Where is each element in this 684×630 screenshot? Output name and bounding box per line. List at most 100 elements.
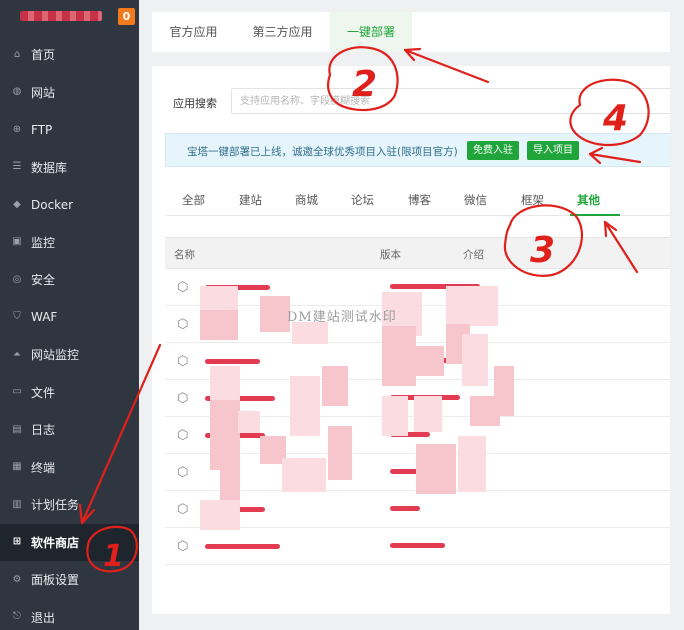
redacted-name: [205, 359, 260, 364]
package-icon: ⬡: [177, 280, 189, 295]
category-forum[interactable]: 论坛: [351, 192, 374, 208]
category-other[interactable]: 其他: [577, 192, 600, 208]
search-label: 应用搜索: [173, 97, 217, 110]
sidebar-item-logout[interactable]: ⎋ 退出: [0, 599, 139, 630]
monitor-icon: ▣: [12, 236, 22, 248]
active-tab-underline: [570, 214, 620, 216]
column-version: 版本: [380, 249, 401, 261]
sidebar-item-home[interactable]: ⌂ 首页: [0, 36, 139, 74]
sidebar-item-label: 日志: [31, 423, 56, 438]
import-project-button[interactable]: 导入项目: [527, 141, 579, 160]
sidebar-item-shield[interactable]: ◎ 安全: [0, 261, 139, 299]
free-join-button[interactable]: 免费入驻: [467, 141, 519, 160]
sidebar-item-docker[interactable]: ◆ Docker: [0, 186, 139, 224]
column-name: 名称: [174, 249, 195, 261]
search-input[interactable]: [231, 88, 670, 114]
watermark: DM建站测试水印: [287, 310, 397, 325]
task-icon: ▥: [12, 498, 22, 510]
mosaic-block: [220, 470, 240, 500]
sidebar: 0 ⌂ 首页 ◍ 网站 ⊕ FTP ☰ 数据库 ◆ Docker ▣ 监控 ◎ 安全 ⛉ WAF ⏶ 网站监控 ▭ 文…: [0, 0, 139, 630]
table-header: 名称 版本 介绍: [165, 237, 670, 269]
folder-icon: ▭: [12, 386, 22, 398]
sidebar-item-terminal[interactable]: ▦ 终端: [0, 449, 139, 487]
redacted-server-name: [20, 11, 102, 21]
sidebar-item-label: 安全: [31, 273, 56, 288]
mosaic-block: [414, 346, 444, 376]
sidebar-item-monitor[interactable]: ▣ 监控: [0, 224, 139, 262]
redacted-name: [205, 544, 280, 549]
mosaic-block: [328, 426, 352, 480]
category-blog[interactable]: 博客: [408, 192, 431, 208]
sidebar-item-app-store[interactable]: ⊞ 软件商店: [0, 523, 139, 561]
sidebar-item-label: 监控: [31, 235, 56, 250]
redacted-version: [390, 506, 420, 511]
category-all[interactable]: 全部: [182, 192, 205, 208]
mosaic-block: [210, 366, 240, 400]
mosaic-block: [200, 286, 238, 310]
sidebar-item-label: 网站: [31, 85, 56, 100]
sidebar-item-label: Docker: [31, 197, 74, 212]
category-wechat[interactable]: 微信: [464, 192, 487, 208]
mosaic-block: [414, 396, 442, 432]
redacted-version: [390, 543, 445, 548]
mosaic-block: [322, 366, 348, 406]
sidebar-item-database[interactable]: ☰ 数据库: [0, 149, 139, 187]
category-site[interactable]: 建站: [239, 192, 262, 208]
table-row[interactable]: ⬡: [165, 491, 670, 528]
tab-official-apps[interactable]: 官方应用: [152, 12, 235, 52]
deploy-panel: 应用搜索 宝塔一键部署已上线，诚邀全球优秀项目入驻(限项目官方) 免费入驻 导入…: [152, 66, 670, 614]
mosaic-block: [382, 396, 408, 436]
mosaic-block: [458, 436, 486, 492]
sidebar-item-label: 终端: [31, 460, 56, 475]
category-shop[interactable]: 商城: [295, 192, 318, 208]
sidebar-item-label: WAF: [31, 310, 58, 325]
sidebar-item-label: 计划任务: [31, 498, 80, 513]
terminal-icon: ▦: [12, 461, 22, 473]
package-icon: ⬡: [177, 428, 189, 443]
sidebar-item-waf[interactable]: ⛉ WAF: [0, 299, 139, 337]
notification-badge[interactable]: 0: [118, 8, 135, 25]
sidebar-item-label: 面板设置: [31, 573, 80, 588]
home-icon: ⌂: [13, 48, 21, 60]
table-row[interactable]: ⬡: [165, 528, 670, 565]
package-icon: ⬡: [177, 354, 189, 369]
tab-one-click-deploy[interactable]: 一键部署: [330, 12, 412, 52]
mosaic-block: [282, 458, 326, 492]
sidebar-item-settings[interactable]: ⚙ 面板设置: [0, 561, 139, 599]
sidebar-header: 0: [0, 0, 139, 36]
database-icon: ☰: [12, 161, 22, 173]
tab-third-party-apps[interactable]: 第三方应用: [235, 12, 330, 52]
sidebar-item-ftp[interactable]: ⊕ FTP: [0, 111, 139, 149]
settings-icon: ⚙: [12, 573, 22, 585]
sidebar-item-label: 首页: [31, 48, 56, 63]
sidebar-item-label: 退出: [31, 610, 56, 625]
logout-icon: ⎋: [13, 611, 21, 623]
notice-text: 宝塔一键部署已上线，诚邀全球优秀项目入驻(限项目官方): [187, 146, 458, 158]
sidebar-item-globe[interactable]: ◍ 网站: [0, 74, 139, 112]
sidebar-item-log[interactable]: ▤ 日志: [0, 411, 139, 449]
package-icon: ⬡: [177, 539, 189, 554]
package-icon: ⬡: [177, 391, 189, 406]
sidebar-item-label: 网站监控: [31, 348, 80, 363]
package-icon: ⬡: [177, 502, 189, 517]
mosaic-block: [200, 500, 240, 530]
sidebar-item-label: FTP: [31, 122, 53, 137]
globe-icon: ◍: [12, 86, 22, 98]
waf-icon: ⛉: [13, 311, 21, 323]
log-icon: ▤: [12, 423, 22, 435]
sidebar-item-task[interactable]: ▥ 计划任务: [0, 486, 139, 524]
sidebar-item-label: 文件: [31, 385, 56, 400]
sidebar-item-folder[interactable]: ▭ 文件: [0, 374, 139, 412]
package-icon: ⬡: [177, 317, 189, 332]
sidebar-item-label: 数据库: [31, 160, 68, 175]
mosaic-block: [260, 296, 290, 332]
mosaic-block: [416, 444, 456, 494]
mosaic-block: [210, 400, 240, 470]
mosaic-block: [238, 411, 260, 433]
package-icon: ⬡: [177, 465, 189, 480]
store-tabs: 官方应用 第三方应用 一键部署: [152, 12, 670, 52]
category-framework[interactable]: 框架: [521, 192, 544, 208]
sidebar-item-site-monitor[interactable]: ⏶ 网站监控: [0, 336, 139, 374]
site-monitor-icon: ⏶: [13, 348, 21, 360]
docker-icon: ◆: [13, 198, 21, 210]
